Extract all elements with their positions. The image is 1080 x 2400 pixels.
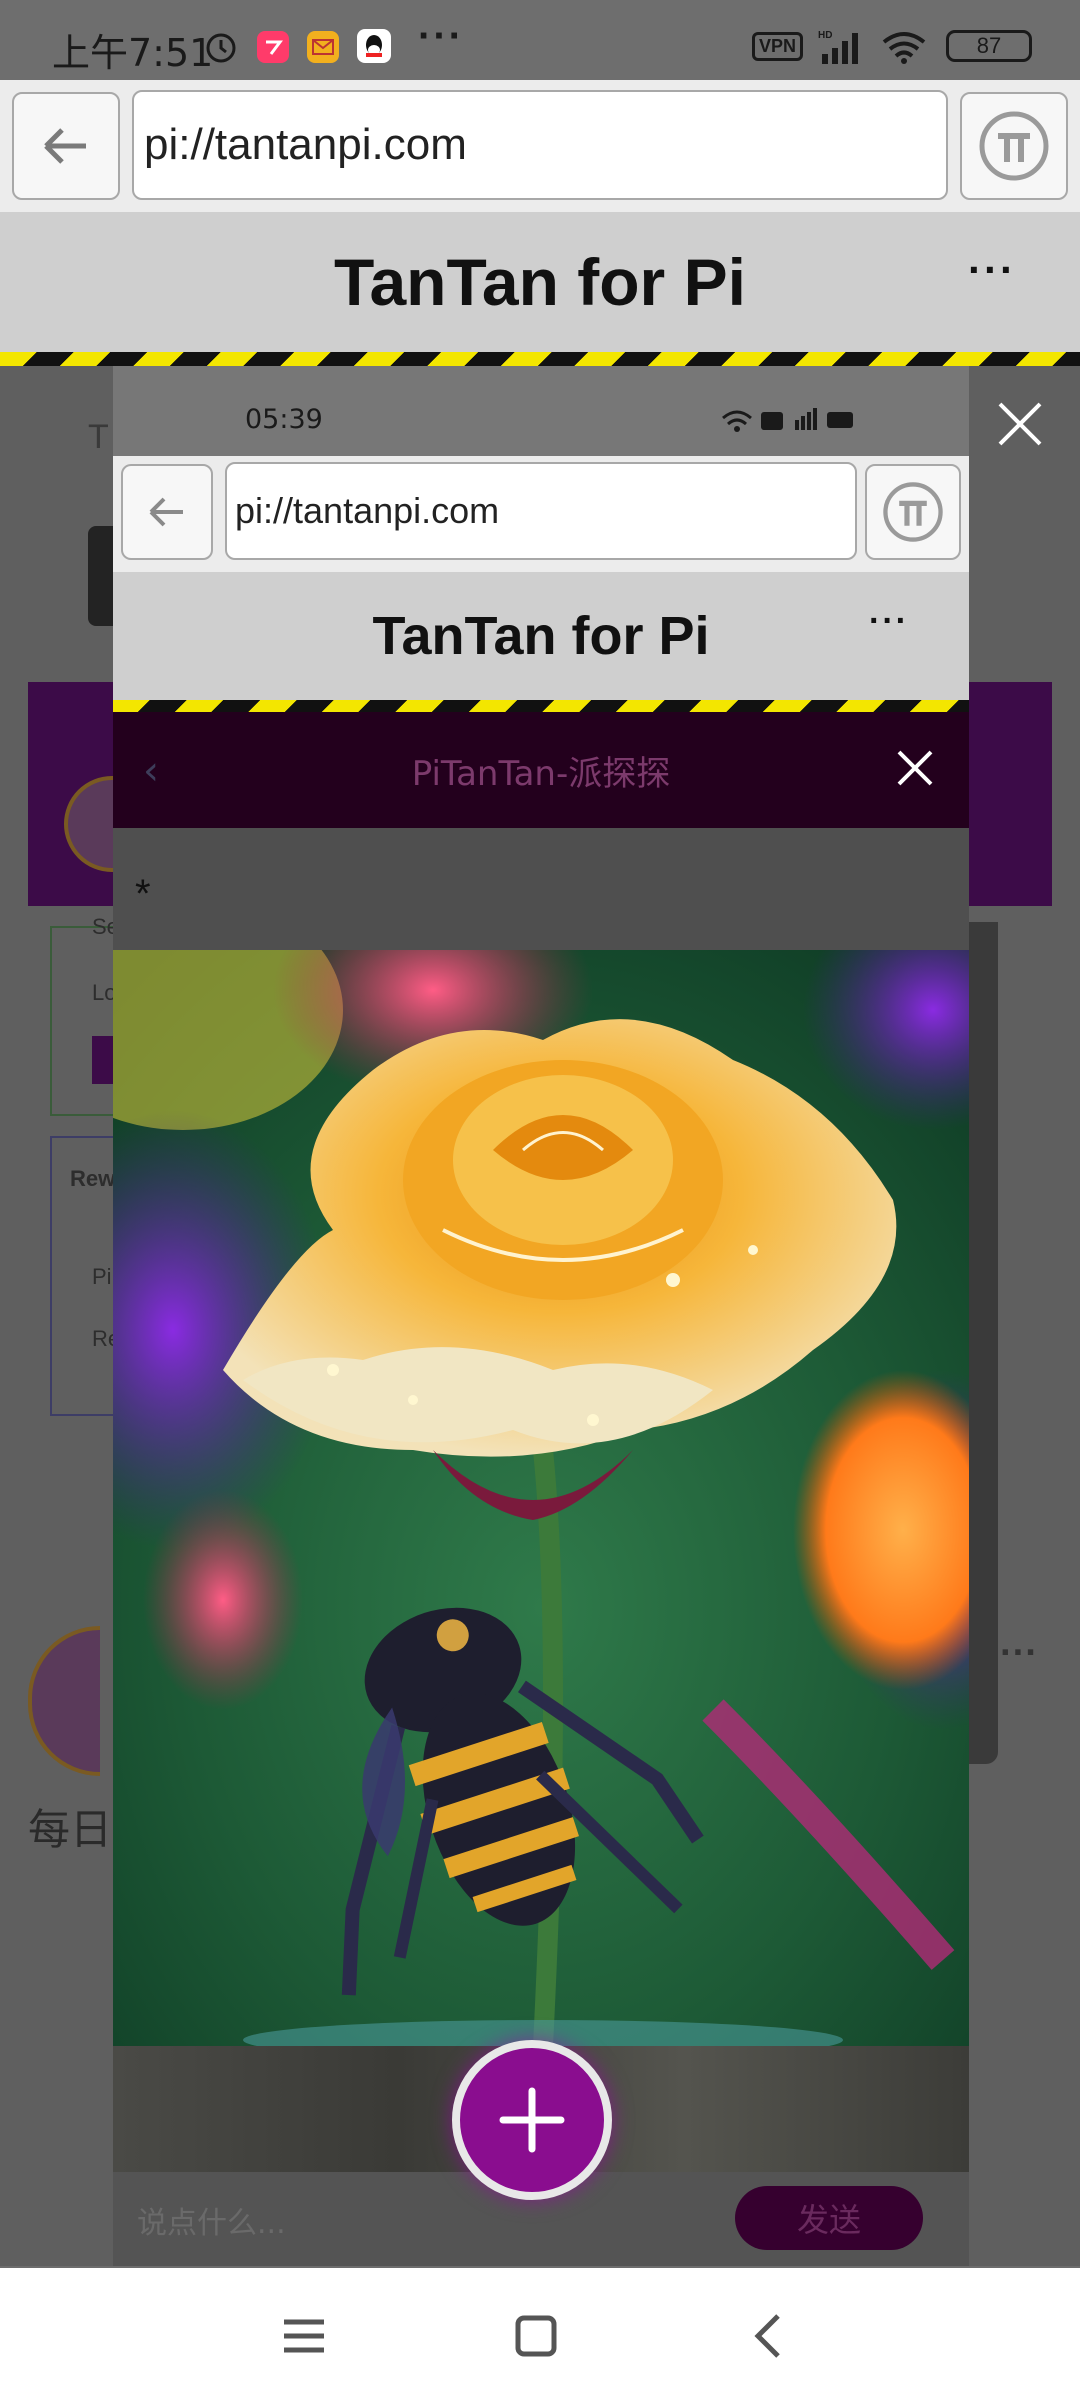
bg-more: ···	[1000, 1632, 1038, 1674]
bg-label: Rew	[70, 1166, 116, 1191]
signal-icon: HD	[818, 30, 858, 64]
back-icon[interactable]	[740, 2306, 800, 2366]
wifi-icon	[882, 32, 926, 64]
bg-card	[50, 926, 120, 1116]
plus-icon	[499, 2087, 565, 2153]
rose-and-bee-illustration	[113, 950, 969, 2046]
pi-logo-icon	[979, 111, 1049, 181]
inner-status-bar: 05:39	[113, 366, 969, 456]
more-menu-button[interactable]: ···	[968, 246, 1016, 294]
back-arrow-icon	[44, 128, 86, 164]
app-icon	[257, 31, 289, 63]
inner-url-bar: pi://tantanpi.com	[225, 462, 857, 560]
mail-icon	[307, 31, 339, 63]
bg-label: T	[88, 418, 109, 456]
bg-label: Pi	[92, 1264, 112, 1289]
status-bar: 上午7:51 ··· VPN HD 87	[0, 0, 1080, 80]
pi-browser-button[interactable]	[960, 92, 1068, 200]
bg-bar	[968, 874, 998, 904]
page-title: TanTan for Pi	[334, 245, 746, 319]
inner-status-time: 05:39	[245, 404, 323, 435]
back-button[interactable]	[12, 92, 120, 200]
inner-page-header-title: PiTanTan-派探探	[411, 753, 671, 794]
bg-daily-text: 每日	[28, 1805, 113, 1854]
inner-title-bar: TanTan for Pi	[113, 572, 969, 700]
vpn-badge: VPN	[752, 32, 804, 61]
hazard-stripe	[0, 352, 1080, 366]
bg-button	[92, 1036, 114, 1084]
svg-text:HD: HD	[818, 30, 832, 41]
home-icon[interactable]	[506, 2306, 566, 2366]
inner-header-back-icon: ‹	[143, 748, 159, 794]
qq-icon	[357, 29, 391, 63]
image-preview-frame: 05:39 pi://tantanpi.com TanTan for Pi ··…	[113, 366, 969, 2266]
inner-browser-toolbar: pi://tantanpi.com	[113, 456, 969, 572]
menu-icon[interactable]	[274, 2306, 334, 2366]
inner-pi-button	[865, 464, 961, 560]
close-icon[interactable]	[996, 400, 1044, 448]
back-arrow-icon	[149, 497, 183, 527]
bg-panel	[968, 922, 998, 1764]
alarm-icon	[206, 33, 236, 63]
status-time: 上午7:51	[52, 31, 214, 75]
inner-more-dots: ···	[869, 602, 909, 640]
bg-avatar	[28, 1626, 100, 1776]
comment-input: 说点什么...	[137, 2206, 286, 2241]
inner-status-icons	[722, 408, 853, 432]
required-asterisk: *	[135, 872, 151, 916]
pi-logo-icon	[883, 482, 943, 542]
status-more: ···	[418, 14, 464, 58]
url-bar[interactable]: pi://tantanpi.com	[132, 90, 948, 200]
inner-hazard-stripe	[113, 700, 969, 712]
add-post-button[interactable]	[452, 2040, 612, 2200]
inner-page-header: ‹ PiTanTan-派探探	[113, 712, 969, 828]
inner-close-icon	[897, 750, 933, 786]
send-label: 发送	[796, 2201, 861, 2239]
system-nav-bar	[0, 2268, 1080, 2400]
inner-back-button	[121, 464, 213, 560]
battery-icon: 87	[946, 30, 1032, 62]
browser-toolbar: pi://tantanpi.com	[0, 80, 1080, 212]
send-button: 发送	[735, 2186, 923, 2250]
page-title-bar: TanTan for Pi	[0, 212, 1080, 352]
inner-page-title: TanTan for Pi	[372, 606, 710, 666]
post-image	[113, 950, 969, 2046]
